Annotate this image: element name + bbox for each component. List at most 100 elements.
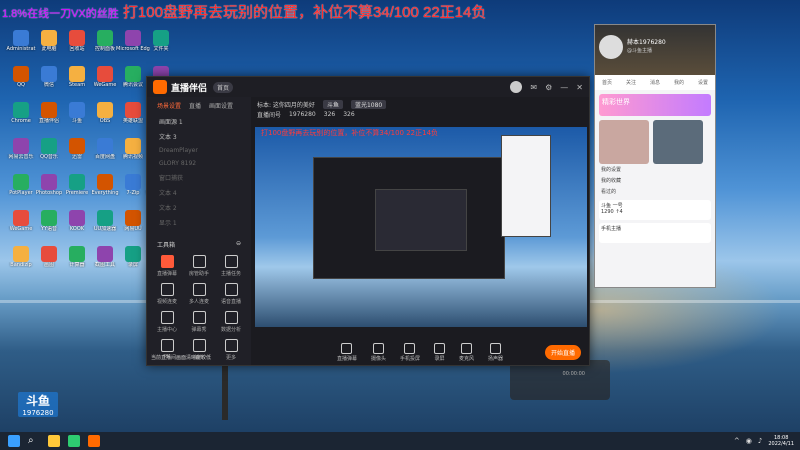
scene-item[interactable]: 文本 3 xyxy=(147,129,251,144)
tool-label: 弹幕秀 xyxy=(191,327,207,333)
tool-button[interactable]: 多人连麦 xyxy=(183,283,215,305)
phone-card[interactable]: 手机主播 xyxy=(599,223,711,243)
phone-card[interactable]: 斗鱼 一号 1290 ↑4 xyxy=(599,200,711,220)
tool-icon xyxy=(192,311,206,324)
tool-label: 更多 xyxy=(225,355,236,361)
scene-item[interactable]: GLORY 8192 xyxy=(147,157,251,170)
control-icon xyxy=(461,342,472,354)
chrome-icon[interactable] xyxy=(68,435,80,447)
toolbox-more-icon[interactable]: ⊖ xyxy=(236,240,241,249)
platform-tag[interactable]: 斗鱼 xyxy=(322,99,343,109)
tool-label: 主播中心 xyxy=(156,327,177,333)
tool-label: 直播弹幕 xyxy=(156,271,177,277)
phone-banner[interactable]: 精彩世界 xyxy=(599,94,711,116)
desktop-icon[interactable]: 文件夹 xyxy=(144,30,178,60)
app-icon xyxy=(69,174,85,190)
viewer-count: 326 xyxy=(323,110,336,118)
phone-menu-item[interactable]: 看过的 xyxy=(595,186,715,197)
start-icon[interactable] xyxy=(8,435,20,447)
start-live-button[interactable]: 开始直播 xyxy=(544,345,581,360)
streaming-app-icon[interactable] xyxy=(88,435,100,447)
tool-label: 语音直播 xyxy=(220,299,241,305)
home-badge[interactable]: 首页 xyxy=(213,81,234,93)
control-icon xyxy=(341,342,353,354)
live-timer: 00:00:00 xyxy=(562,371,585,377)
phone-header: 赫本1976280 @斗鱼主播 xyxy=(595,25,715,75)
scene-item[interactable]: 画面源 1 xyxy=(147,114,251,129)
scene-item[interactable]: DreamPlayer xyxy=(147,144,251,157)
user-avatar[interactable] xyxy=(510,81,523,93)
tool-button[interactable]: 弹幕秀 xyxy=(183,311,215,333)
file-explorer-icon[interactable] xyxy=(48,435,60,447)
tool-button[interactable]: 视频连麦 xyxy=(151,283,183,305)
tab-screen-settings[interactable]: 画面设置 xyxy=(209,101,233,110)
skin-icon[interactable]: ✉ xyxy=(530,83,537,92)
phone-menu-item[interactable]: 我的设置 xyxy=(595,164,715,175)
phone-tab[interactable]: 我的 xyxy=(674,79,684,86)
scene-item[interactable]: 显示 1 xyxy=(147,215,251,230)
streaming-app-window[interactable]: 直播伴侣 首页 ✉ ⚙ — ✕ 场景设置 直播 画面设置 画面源 1 文本 3 … xyxy=(146,76,590,377)
tab-scene-settings[interactable]: 场景设置 xyxy=(157,101,181,110)
phone-tab[interactable]: 消息 xyxy=(650,79,660,86)
control-label: 麦克风 xyxy=(459,355,475,362)
phone-menu-item[interactable]: 我的收藏 xyxy=(595,175,715,186)
phone-avatar[interactable] xyxy=(599,35,623,59)
nested-phone xyxy=(501,135,551,237)
dock-silhouette xyxy=(510,360,610,400)
scene-item[interactable]: 文本 4 xyxy=(147,185,251,200)
settings-icon[interactable]: ⚙ xyxy=(545,83,552,92)
douyu-watermark: 斗鱼 1976280 xyxy=(18,392,58,417)
tool-label: 视频连麦 xyxy=(156,299,177,305)
toolbox-heading: 工具箱 xyxy=(157,242,176,249)
app-logo-icon xyxy=(153,80,167,94)
control-button[interactable]: 手机投屏 xyxy=(400,342,420,362)
tool-button[interactable]: 数据分析 xyxy=(215,311,247,333)
phone-card-title: 斗鱼 一号 xyxy=(601,203,623,209)
scene-item[interactable]: 文本 2 xyxy=(147,200,251,215)
headline-text: 打100盘野再去玩别的位置，补位不算34/100 22正14负 xyxy=(122,4,487,21)
control-button[interactable]: 摄像头 xyxy=(371,342,386,362)
headline-prefix: 1.8%在线一刀VX的丝胜 xyxy=(2,8,119,20)
tool-icon xyxy=(224,311,238,324)
mobile-panel[interactable]: 赫本1976280 @斗鱼主播 首页 关注 消息 我的 设置 精彩世界 我的设置 我的收… xyxy=(594,24,716,288)
volume-icon[interactable]: ♪ xyxy=(758,437,762,445)
tool-button[interactable]: 直播弹幕 xyxy=(151,255,183,277)
phone-thumb[interactable] xyxy=(599,120,649,164)
watermark-logo-text: 斗鱼 xyxy=(25,394,50,408)
app-title: 直播伴侣 xyxy=(171,82,208,93)
tool-button[interactable]: 语音直播 xyxy=(215,283,247,305)
tool-icon xyxy=(192,283,206,296)
scene-item[interactable]: 窗口捕获 xyxy=(147,170,251,185)
tool-button[interactable]: 主播中心 xyxy=(151,311,183,333)
tool-label: 房管助手 xyxy=(188,271,209,277)
search-icon[interactable]: ⌕ xyxy=(28,435,40,447)
tool-button[interactable]: 更多 xyxy=(215,339,247,361)
phone-thumb[interactable] xyxy=(653,120,703,164)
tool-button[interactable]: 主播任务 xyxy=(215,255,247,277)
watermark-number: 1976280 xyxy=(22,409,54,417)
tool-button[interactable]: 房管助手 xyxy=(183,255,215,277)
app-icon xyxy=(13,66,29,82)
network-icon[interactable]: ◉ xyxy=(746,437,752,445)
phone-tab[interactable]: 首页 xyxy=(602,79,612,86)
app-icon xyxy=(97,30,113,46)
app-icon xyxy=(125,138,141,154)
control-button[interactable]: 麦克风 xyxy=(459,342,475,362)
app-icon xyxy=(13,138,29,154)
minimize-icon[interactable]: — xyxy=(560,83,568,92)
tab-live[interactable]: 直播 xyxy=(189,101,201,110)
phone-tab[interactable]: 关注 xyxy=(626,79,636,86)
phone-tab[interactable]: 设置 xyxy=(698,79,708,86)
tray-chevron-icon[interactable]: ^ xyxy=(734,437,740,445)
control-button[interactable]: 录屏 xyxy=(434,342,445,362)
app-titlebar[interactable]: 直播伴侣 首页 ✉ ⚙ — ✕ xyxy=(147,77,589,97)
app-icon xyxy=(69,66,85,82)
control-button[interactable]: 扬声器 xyxy=(488,342,503,362)
stream-preview[interactable]: 打100盘野再去玩别的位置，补位不算34/100 22正14负 xyxy=(255,127,587,327)
quality-select[interactable]: 蓝光1080 xyxy=(350,99,387,109)
app-icon xyxy=(125,174,141,190)
stream-title-label[interactable]: 标本: 这你四月的美好 xyxy=(257,100,315,109)
control-button[interactable]: 直播弹幕 xyxy=(337,342,357,362)
system-clock[interactable]: 18:08 2022/4/11 xyxy=(768,435,794,447)
close-icon[interactable]: ✕ xyxy=(576,83,583,92)
